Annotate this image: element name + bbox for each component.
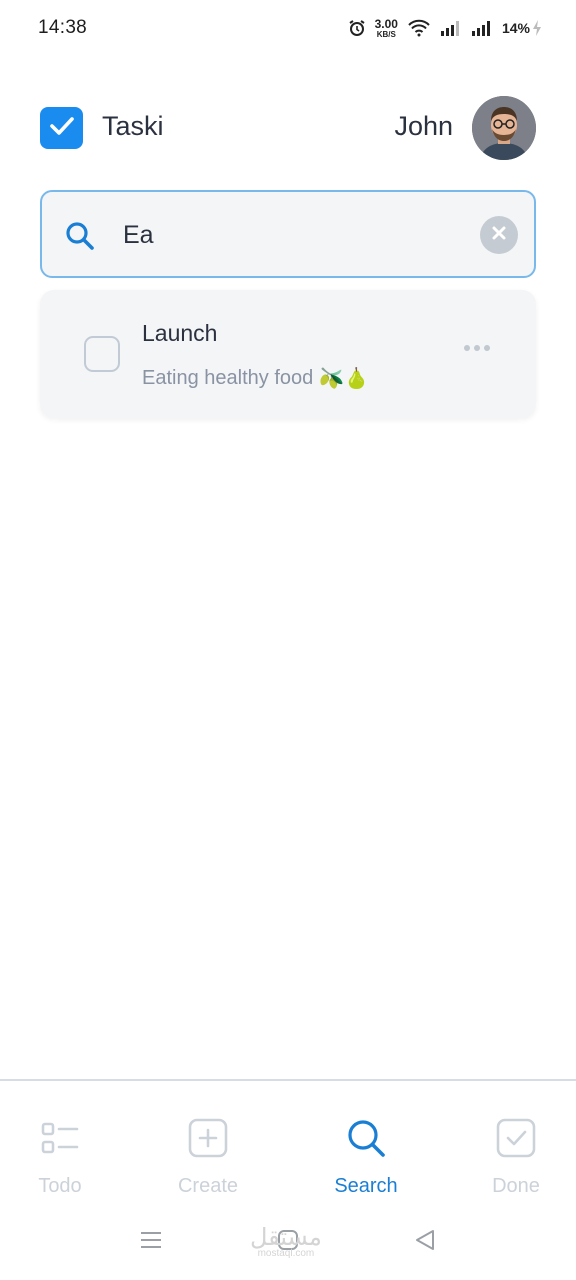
battery-indicator: 14% [502, 19, 542, 37]
watermark: مستقل mostaql.com [250, 1225, 322, 1259]
network-speed-value: 3.00 [374, 16, 398, 31]
avatar[interactable] [472, 96, 536, 160]
more-options-button[interactable] [464, 345, 490, 351]
bottom-nav: Todo Create Search Done [0, 1079, 576, 1209]
list-icon [41, 1117, 79, 1159]
more-icon [464, 345, 470, 351]
battery-level: 14% [501, 20, 530, 36]
close-icon [491, 225, 507, 246]
status-bar: 14:38 3.00 KB/S 14% [0, 0, 576, 56]
nav-label-done: Done [492, 1175, 540, 1197]
task-emojis: 🫒🍐 [319, 368, 370, 390]
search-input[interactable] [123, 218, 463, 252]
nav-label-search: Search [334, 1175, 398, 1197]
back-icon [414, 1230, 436, 1255]
menu-icon [140, 1232, 162, 1255]
wifi-icon [407, 19, 431, 37]
check-icon [49, 116, 75, 141]
nav-label-todo: Todo [38, 1175, 82, 1197]
search-icon [64, 220, 96, 257]
clear-search-button[interactable] [480, 216, 518, 254]
app-header: Taski John [40, 96, 536, 160]
task-description: Eating healthy food 🫒🍐 [142, 366, 369, 391]
check-square-icon [496, 1117, 536, 1159]
system-nav-bar: مستقل mostaql.com [0, 1209, 576, 1280]
user-name: John [394, 111, 453, 141]
alarm-icon [348, 19, 366, 37]
charging-icon [532, 19, 542, 37]
back-button[interactable] [414, 1229, 436, 1256]
nav-item-create[interactable]: Create [148, 1117, 268, 1198]
search-icon [346, 1117, 386, 1159]
search-bar [40, 190, 536, 278]
signal-icon [471, 20, 493, 36]
recents-button[interactable] [140, 1229, 162, 1256]
watermark-latin: mostaql.com [257, 1248, 315, 1259]
more-icon [474, 345, 480, 351]
nav-item-todo[interactable]: Todo [0, 1117, 120, 1198]
nav-item-search[interactable]: Search [306, 1117, 426, 1198]
status-time: 14:38 [38, 17, 88, 38]
nav-label-create: Create [177, 1175, 239, 1197]
status-icons: 3.00 KB/S 14% [348, 14, 542, 42]
signal-icon [440, 20, 462, 36]
plus-square-icon [188, 1117, 228, 1159]
more-icon [484, 345, 490, 351]
network-speed-unit: KB/S [376, 29, 396, 39]
nav-item-done[interactable]: Done [456, 1117, 576, 1198]
app-title: Taski [102, 111, 164, 141]
network-speed: 3.00 KB/S [375, 18, 398, 39]
task-card[interactable]: Launch Eating healthy food 🫒🍐 [40, 290, 536, 418]
task-title: Launch [142, 320, 218, 346]
app-logo [40, 107, 83, 149]
watermark-arabic: مستقل [250, 1223, 322, 1251]
task-description-text: Eating healthy food [142, 367, 314, 389]
task-checkbox[interactable] [84, 336, 120, 372]
